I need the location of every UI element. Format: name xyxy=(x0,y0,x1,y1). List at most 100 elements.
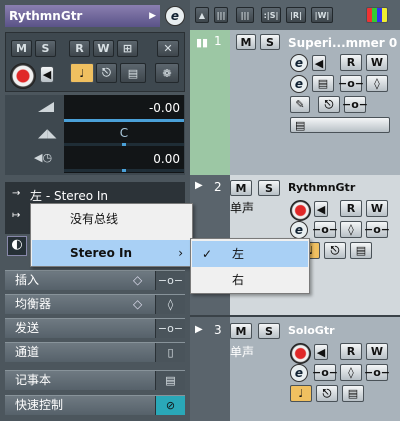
inspector-track-name: RythmnGtr xyxy=(9,9,83,23)
insert-bypass-icon[interactable]: −o− xyxy=(155,271,185,290)
track-1-number: 1 xyxy=(214,34,222,48)
inspector-title-bar[interactable]: RythmnGtr ▶ xyxy=(5,5,160,27)
inspector-solo-button[interactable]: S xyxy=(35,40,56,57)
track-3-monitor-icon[interactable]: ◀ xyxy=(314,344,328,360)
edit-channel-icon[interactable]: e xyxy=(165,6,185,26)
freeze-icon[interactable]: ⊞ xyxy=(117,40,138,57)
section-channel[interactable]: 通道 ▯ xyxy=(5,342,185,362)
tab-solo-all[interactable]: :|S| xyxy=(261,7,281,23)
diamond-icon: ◇ xyxy=(133,273,143,287)
volume-slider[interactable] xyxy=(64,119,184,122)
track-1-send-icon[interactable]: −o− xyxy=(342,96,368,113)
track-1-read-button[interactable]: R xyxy=(340,54,362,71)
notepad-icon[interactable]: ▤ xyxy=(155,371,185,390)
tab-read-all[interactable]: |R| xyxy=(286,7,306,23)
track-2-write-button[interactable]: W xyxy=(366,200,388,217)
inspector-settings-icon[interactable]: ❁ xyxy=(155,63,179,83)
inspector-lanes-icon[interactable]: ▤ xyxy=(120,63,146,83)
submenu-item-left[interactable]: ✓ 左 xyxy=(192,241,308,267)
menu-item-no-bus[interactable]: 没有总线 xyxy=(32,206,191,232)
input-routing-value[interactable]: 左 - Stereo In xyxy=(30,187,108,204)
track-colors-icon[interactable] xyxy=(366,7,388,23)
track-3-edit-icon[interactable]: e xyxy=(290,364,308,382)
delay-slider[interactable] xyxy=(64,169,184,172)
track-3-record-button[interactable] xyxy=(290,343,311,364)
deactivate-icon[interactable]: ✕ xyxy=(157,40,179,57)
expand-arrow-icon[interactable]: ▶ xyxy=(149,5,156,27)
track-3-eq-icon[interactable]: ◊ xyxy=(340,364,362,381)
track-3-mono-label: 单声 xyxy=(230,345,255,359)
track-3-solo-button[interactable]: S xyxy=(258,323,280,339)
delay-icon: ◀◷ xyxy=(34,151,53,164)
inspector-write-button[interactable]: W xyxy=(93,40,114,57)
track-2-monitor-icon[interactable]: ◀ xyxy=(314,201,328,217)
track-2-record-button[interactable] xyxy=(290,200,311,221)
track-2-bypass-icon[interactable]: −o− xyxy=(312,221,338,238)
track-2-edit-icon[interactable]: e xyxy=(290,221,308,239)
pan-value[interactable]: C xyxy=(64,126,184,140)
menu-item-stereo-in[interactable]: Stereo In › xyxy=(32,240,191,266)
input-routing-icon: → xyxy=(12,188,21,199)
quick-control-icon[interactable]: ⊘ xyxy=(155,396,185,415)
track-1-edit-icon-2[interactable]: e xyxy=(290,75,308,93)
track-3-lock-icon[interactable]: ⎋ xyxy=(316,385,338,402)
stereo-in-submenu: ✓ 左 右 xyxy=(190,238,310,294)
track-2-read-button[interactable]: R xyxy=(340,200,362,217)
section-sends[interactable]: 发送 −o− xyxy=(5,318,185,338)
track-1-notepad-icon[interactable]: ▤ xyxy=(290,117,390,133)
section-toggle-icon[interactable]: ◐ xyxy=(7,236,27,256)
inspector-record-button[interactable] xyxy=(10,63,36,89)
track-3-name[interactable]: SoloGtr xyxy=(288,324,335,337)
track-2-send-icon[interactable]: −o− xyxy=(364,221,390,238)
pan-slider[interactable] xyxy=(64,143,184,146)
send-bypass-icon[interactable]: −o− xyxy=(155,319,185,338)
section-quick-controls[interactable]: 快速控制 ⊘ xyxy=(5,395,185,415)
section-notepad[interactable]: 记事本 ▤ xyxy=(5,370,185,390)
inspector-timebase-icon[interactable]: ♩ xyxy=(70,63,94,83)
eq-bypass-icon[interactable]: ◊ xyxy=(155,295,185,314)
inspector-lock-icon[interactable]: ⎋ xyxy=(96,63,117,83)
track-1-mute-button[interactable]: M xyxy=(236,34,256,50)
track-3-write-button[interactable]: W xyxy=(366,343,388,360)
track-1-write-button[interactable]: W xyxy=(366,54,388,71)
channel-meter-icon[interactable]: ▯ xyxy=(155,343,185,362)
track-2-eq-icon[interactable]: ◊ xyxy=(340,221,362,238)
track-1-keys-icon: ▮▮ xyxy=(196,36,209,49)
track-2-mono-label: 单声 xyxy=(230,201,255,215)
track-2-mute-button[interactable]: M xyxy=(230,180,252,196)
track-3-lanes-icon[interactable]: ▤ xyxy=(342,385,364,402)
track-2-solo-button[interactable]: S xyxy=(258,180,280,196)
track-1-edit-icon[interactable]: e xyxy=(290,54,308,72)
track-1-solo-button[interactable]: S xyxy=(260,34,280,50)
track-1-monitor-icon[interactable]: ◀ xyxy=(312,55,326,71)
track-2-name[interactable]: RythmnGtr xyxy=(288,181,355,194)
inspector-mute-button[interactable]: M xyxy=(11,40,32,57)
track-1-inserts-icon[interactable]: ▤ xyxy=(312,75,334,92)
submenu-item-right[interactable]: 右 xyxy=(192,267,308,293)
volume-icon xyxy=(38,102,54,112)
tab-read[interactable]: ||| xyxy=(214,7,228,23)
track-2-arrow-icon: ▶ xyxy=(195,180,203,191)
tab-write-all[interactable]: |W| xyxy=(311,7,333,23)
track-1-name[interactable]: Superi...mmer 0 xyxy=(288,36,400,50)
inspector-monitor-icon[interactable]: ◀ xyxy=(40,66,54,83)
track-2-lanes-icon[interactable]: ▤ xyxy=(350,242,372,259)
track-3-send-icon[interactable]: −o− xyxy=(364,364,390,381)
track-3-read-button[interactable]: R xyxy=(340,343,362,360)
pan-icon: ◢◣ xyxy=(38,126,57,140)
tab-mute-all[interactable]: ||| xyxy=(236,7,254,23)
delay-value[interactable]: 0.00 xyxy=(64,152,180,166)
track-1-bypass-icon[interactable]: −o− xyxy=(338,75,364,92)
track-3-mute-button[interactable]: M xyxy=(230,323,252,339)
track-2-lock-icon[interactable]: ⎋ xyxy=(324,242,346,259)
collapse-icon[interactable]: ▲ xyxy=(195,7,209,23)
section-eq[interactable]: 均衡器 ◇ ◊ xyxy=(5,294,185,314)
section-inserts[interactable]: 插入 ◇ −o− xyxy=(5,270,185,290)
volume-value[interactable]: -0.00 xyxy=(64,101,180,115)
track-1-eq-icon[interactable]: ◊ xyxy=(366,75,388,92)
track-1-pencil-icon[interactable]: ✎ xyxy=(290,96,310,113)
inspector-read-button[interactable]: R xyxy=(69,40,90,57)
track-3-bypass-icon[interactable]: −o− xyxy=(312,364,338,381)
track-1-lock-icon[interactable]: ⎋ xyxy=(318,96,340,113)
track-3-timebase-icon[interactable]: ♩ xyxy=(290,385,312,402)
